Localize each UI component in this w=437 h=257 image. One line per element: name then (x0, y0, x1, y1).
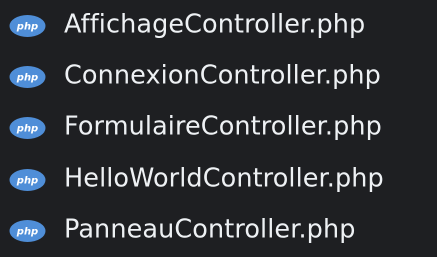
file-name: ConnexionController.php (64, 60, 381, 91)
svg-text:php: php (16, 21, 38, 32)
file-list: php AffichageController.php php Connexio… (0, 0, 437, 257)
file-name: HelloWorldController.php (64, 163, 384, 194)
svg-text:php: php (16, 175, 38, 186)
file-name: AffichageController.php (64, 9, 366, 40)
php-file-icon: php (9, 14, 46, 37)
php-file-icon: php (9, 220, 46, 243)
file-explorer-panel: php AffichageController.php php Connexio… (0, 0, 437, 257)
file-item-affichage-controller[interactable]: php AffichageController.php (0, 0, 437, 51)
file-item-panneau-controller[interactable]: php PanneauController.php (0, 206, 437, 257)
file-item-formulaire-controller[interactable]: php FormulaireController.php (0, 103, 437, 154)
file-name: FormulaireController.php (64, 111, 382, 142)
svg-text:php: php (16, 227, 38, 238)
php-file-icon: php (9, 117, 46, 140)
file-item-helloworld-controller[interactable]: php HelloWorldController.php (0, 154, 437, 205)
svg-text:php: php (16, 124, 38, 135)
php-file-icon: php (9, 66, 46, 89)
svg-text:php: php (16, 73, 38, 84)
php-file-icon: php (9, 168, 46, 191)
file-name: PanneauController.php (64, 214, 356, 245)
file-item-connexion-controller[interactable]: php ConnexionController.php (0, 51, 437, 102)
